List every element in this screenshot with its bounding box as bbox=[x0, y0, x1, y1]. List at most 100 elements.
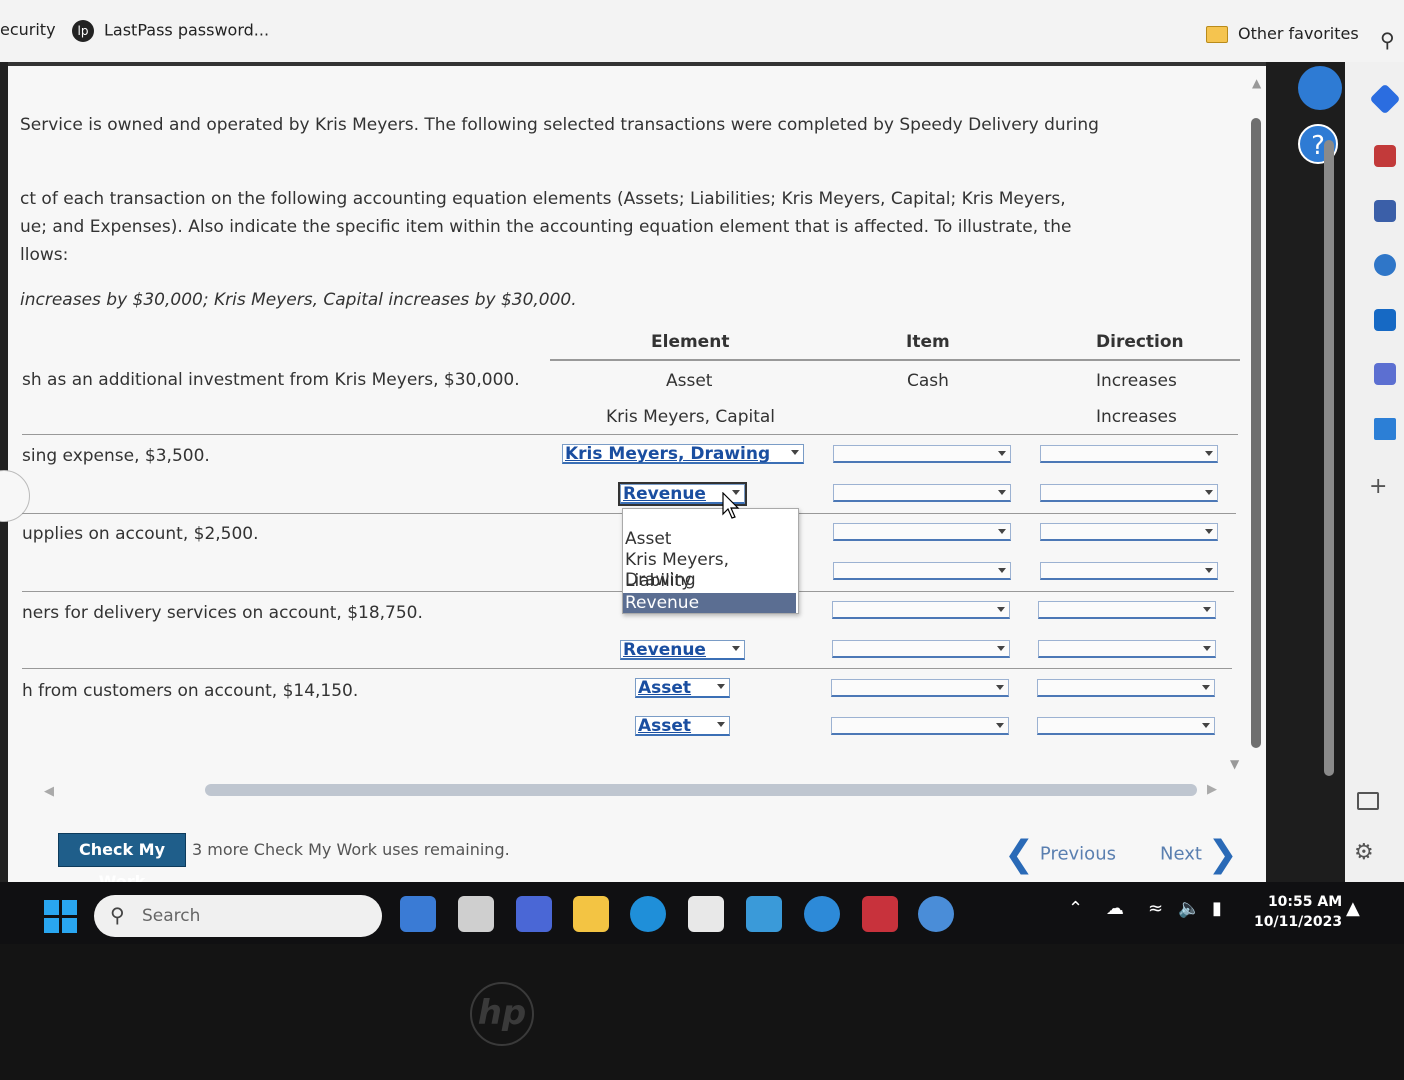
scroll-left-icon[interactable]: ◀ bbox=[44, 784, 54, 799]
windows-start-icon[interactable] bbox=[44, 900, 78, 934]
direction-select-2a[interactable] bbox=[1040, 523, 1218, 541]
row-divider bbox=[22, 434, 1238, 435]
item-select-3b[interactable] bbox=[832, 640, 1010, 658]
instruction-line-2: ue; and Expenses). Also indicate the spe… bbox=[20, 217, 1072, 237]
search-icon: ⚲ bbox=[110, 903, 125, 927]
other-favorites-label: Other favorites bbox=[1238, 24, 1359, 43]
taskbar-search[interactable]: ⚲ Search bbox=[94, 895, 382, 937]
transaction-row-2: upplies on account, $2,500. bbox=[22, 524, 259, 544]
dropdown-option-asset[interactable]: Asset bbox=[625, 529, 671, 549]
example-item-1: Cash bbox=[907, 371, 949, 391]
example-direction-2: Increases bbox=[1096, 407, 1177, 427]
direction-select-1a[interactable] bbox=[1040, 445, 1218, 463]
transaction-row-4: h from customers on account, $14,150. bbox=[22, 681, 359, 701]
file-explorer-icon[interactable] bbox=[573, 896, 609, 932]
battery-icon[interactable]: ▮ bbox=[1212, 898, 1222, 919]
transaction-row-3: ners for delivery services on account, $… bbox=[22, 603, 423, 623]
element-dropdown-list: Asset Kris Meyers, Drawing Liability Rev… bbox=[622, 508, 799, 614]
example-statement: increases by $30,000; Kris Meyers, Capit… bbox=[20, 290, 577, 310]
onedrive-icon[interactable]: ☁ bbox=[1106, 898, 1124, 919]
get-help-icon[interactable] bbox=[804, 896, 840, 932]
outlook-icon[interactable] bbox=[1374, 309, 1396, 331]
volume-icon[interactable]: 🔈 bbox=[1178, 898, 1200, 919]
people-icon[interactable] bbox=[1374, 200, 1396, 222]
direction-select-3b[interactable] bbox=[1038, 640, 1216, 658]
toolbox-icon[interactable] bbox=[1374, 145, 1396, 167]
previous-button[interactable]: ❮ Previous bbox=[1004, 834, 1116, 875]
mouse-cursor-icon bbox=[722, 492, 740, 519]
element-select-3b[interactable]: Revenue bbox=[620, 640, 745, 660]
notification-bell-icon[interactable]: ▲ bbox=[1346, 898, 1360, 919]
scroll-down-icon[interactable]: ▼ bbox=[1230, 757, 1239, 771]
settings-icon[interactable]: ⚙ bbox=[1354, 840, 1374, 865]
check-my-work-button[interactable]: Check My Work bbox=[58, 833, 186, 891]
hp-logo: hp bbox=[470, 982, 534, 1046]
element-select-4b-value: Asset bbox=[638, 716, 692, 736]
example-element-1: Asset bbox=[666, 371, 713, 391]
element-select-1a-value: Kris Meyers, Drawing bbox=[565, 444, 771, 464]
myhp-icon[interactable] bbox=[746, 896, 782, 932]
clock-time: 10:55 AM bbox=[1267, 894, 1343, 910]
favorite-lastpass[interactable]: lp LastPass password... bbox=[72, 20, 269, 42]
item-select-1a[interactable] bbox=[833, 445, 1011, 463]
add-icon[interactable]: + bbox=[1369, 474, 1387, 499]
scroll-right-icon[interactable]: ▶ bbox=[1207, 782, 1217, 797]
wifi-icon[interactable]: ≈ bbox=[1148, 898, 1163, 919]
system-clock[interactable]: 10:55 AM 10/11/2023 bbox=[1254, 892, 1342, 932]
item-select-2b[interactable] bbox=[833, 562, 1011, 580]
lastpass-icon: lp bbox=[72, 20, 94, 42]
search-icon[interactable]: ⚲ bbox=[1380, 28, 1395, 52]
folder-icon bbox=[1206, 26, 1228, 43]
element-select-4b[interactable]: Asset bbox=[635, 716, 730, 736]
element-select-1a[interactable]: Kris Meyers, Drawing bbox=[562, 444, 804, 464]
item-select-2a[interactable] bbox=[833, 523, 1011, 541]
dropdown-option-revenue[interactable]: Revenue bbox=[623, 593, 796, 613]
element-select-4a[interactable]: Asset bbox=[635, 678, 730, 698]
task-view-icon[interactable] bbox=[458, 896, 494, 932]
element-select-1b-value: Revenue bbox=[623, 484, 706, 504]
chevron-left-icon: ❮ bbox=[1004, 834, 1035, 875]
direction-select-4a[interactable] bbox=[1037, 679, 1215, 697]
scroll-up-icon[interactable]: ▲ bbox=[1252, 76, 1261, 90]
dropdown-option-liability[interactable]: Liability bbox=[625, 571, 691, 591]
direction-select-3a[interactable] bbox=[1038, 601, 1216, 619]
headset-icon[interactable] bbox=[1298, 66, 1342, 110]
favorites-bar: ecurity lp LastPass password... Other fav… bbox=[0, 0, 1404, 62]
taskbar-app-icon[interactable] bbox=[400, 896, 436, 932]
edge-icon[interactable] bbox=[630, 896, 666, 932]
teams-icon[interactable] bbox=[516, 896, 552, 932]
direction-select-4b[interactable] bbox=[1037, 717, 1215, 735]
previous-label: Previous bbox=[1039, 843, 1116, 865]
example-row-desc: sh as an additional investment from Kris… bbox=[22, 370, 520, 390]
item-select-4b[interactable] bbox=[831, 717, 1009, 735]
next-label: Next bbox=[1160, 843, 1202, 865]
element-select-3b-value: Revenue bbox=[623, 640, 706, 660]
panel-scrollbar[interactable] bbox=[1324, 140, 1334, 776]
settings-app-icon[interactable] bbox=[918, 896, 954, 932]
header-item: Item bbox=[906, 332, 950, 352]
horizontal-scrollbar[interactable] bbox=[205, 784, 1197, 796]
store-icon[interactable] bbox=[688, 896, 724, 932]
next-button[interactable]: Next ❯ bbox=[1160, 834, 1238, 875]
item-select-4a[interactable] bbox=[831, 679, 1009, 697]
designer-icon[interactable] bbox=[1374, 363, 1396, 385]
item-select-3a[interactable] bbox=[832, 601, 1010, 619]
mcafee-icon[interactable] bbox=[862, 896, 898, 932]
copilot-icon[interactable] bbox=[1374, 254, 1396, 276]
header-element: Element bbox=[651, 332, 730, 352]
vertical-scrollbar[interactable] bbox=[1251, 118, 1261, 748]
favorite-other[interactable]: Other favorites bbox=[1206, 24, 1359, 43]
transaction-row-1: sing expense, $3,500. bbox=[22, 446, 210, 466]
direction-select-1b[interactable] bbox=[1040, 484, 1218, 502]
sidebar-toggle-icon[interactable] bbox=[1357, 792, 1379, 810]
chevron-up-icon[interactable]: ⌃ bbox=[1068, 898, 1083, 919]
laptop-bezel bbox=[0, 944, 1404, 1080]
header-direction: Direction bbox=[1096, 332, 1184, 352]
direction-select-2b[interactable] bbox=[1040, 562, 1218, 580]
send-icon[interactable] bbox=[1374, 418, 1396, 440]
instruction-line-1: ct of each transaction on the following … bbox=[20, 189, 1066, 209]
favorite-security[interactable]: ecurity bbox=[0, 20, 56, 39]
edge-sidebar bbox=[1345, 62, 1404, 882]
instruction-line-3: llows: bbox=[20, 245, 69, 265]
item-select-1b[interactable] bbox=[833, 484, 1011, 502]
